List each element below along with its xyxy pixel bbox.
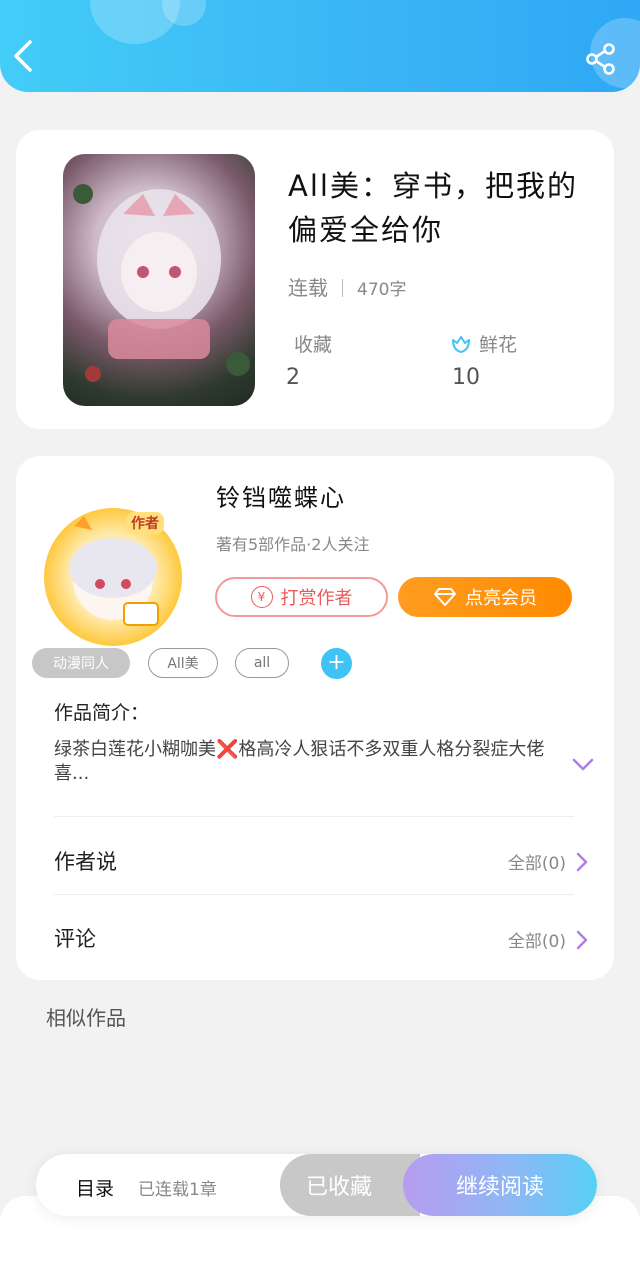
collected-button[interactable]: 已收藏 (280, 1154, 420, 1216)
tag-chip[interactable]: 动漫同人 (32, 648, 130, 678)
intro-label: 作品简介： (54, 702, 150, 724)
flower-icon (452, 335, 470, 353)
intro-text: 绿茶白莲花小糊咖美❌格高冷人狠话不多双重人格分裂症大佬喜... (54, 739, 545, 784)
yen-icon: ¥ (250, 586, 273, 608)
author-says-label: 作者说 (54, 850, 117, 874)
collect-label: 收藏 (294, 334, 333, 356)
chevron-down-icon[interactable] (571, 756, 595, 774)
author-name[interactable]: 铃铛噬蝶心 (216, 478, 346, 513)
comments-label: 评论 (54, 927, 96, 951)
toc-button[interactable]: 目录 (76, 1174, 114, 1201)
book-title: All美：穿书，把我的偏爱全给你 (288, 169, 578, 247)
divider (54, 816, 574, 817)
author-card: 作者 铃铛噬蝶心 著有5部作品·2人关注 ¥ 打赏作者 点亮会员 动漫同人 Al… (16, 456, 614, 980)
comments-link-text: 全部(0) (507, 932, 566, 952)
flower-stat[interactable]: 鲜花 (449, 330, 517, 357)
chevron-right-icon (576, 852, 588, 871)
book-cover-image[interactable] (63, 154, 255, 406)
flower-count: 10 (452, 365, 480, 390)
share-icon[interactable] (584, 42, 618, 76)
diamond-icon (434, 588, 456, 606)
reward-label: 打赏作者 (280, 588, 353, 609)
book-word-count: 470字 (357, 280, 407, 300)
book-info-card: All美：穿书，把我的偏爱全给你 连载 470字 收藏 2 鲜花 10 (16, 130, 614, 429)
divider (54, 894, 574, 895)
tag-chip[interactable]: All美 (148, 648, 218, 678)
author-says-link[interactable]: 全部(0) (508, 849, 588, 874)
comments-link[interactable]: 全部(0) (508, 927, 588, 952)
similar-works-title: 相似作品 (46, 1006, 126, 1030)
meta-divider (342, 279, 343, 297)
collect-count: 2 (286, 365, 300, 390)
chapter-count: 已连载1章 (138, 1180, 217, 1200)
vip-button[interactable]: 点亮会员 (398, 577, 572, 617)
vip-label: 点亮会员 (465, 588, 537, 609)
back-icon[interactable] (10, 38, 42, 74)
author-stats: 著有5部作品·2人关注 (216, 535, 370, 554)
flower-label: 鲜花 (479, 334, 518, 356)
tag-chip[interactable]: all (235, 648, 289, 678)
header-bar (0, 0, 640, 92)
bottom-action-bar: 目录 已连载1章 已收藏 继续阅读 (36, 1154, 597, 1216)
author-says-link-text: 全部(0) (507, 854, 566, 874)
chevron-right-icon (576, 930, 588, 949)
reward-author-button[interactable]: ¥ 打赏作者 (215, 577, 388, 617)
author-badge: 作者 (126, 512, 164, 534)
continue-reading-button[interactable]: 继续阅读 (403, 1154, 597, 1216)
book-meta: 连载 470字 (288, 272, 406, 301)
book-status: 连载 (288, 276, 328, 300)
add-tag-button[interactable]: + (321, 648, 352, 679)
